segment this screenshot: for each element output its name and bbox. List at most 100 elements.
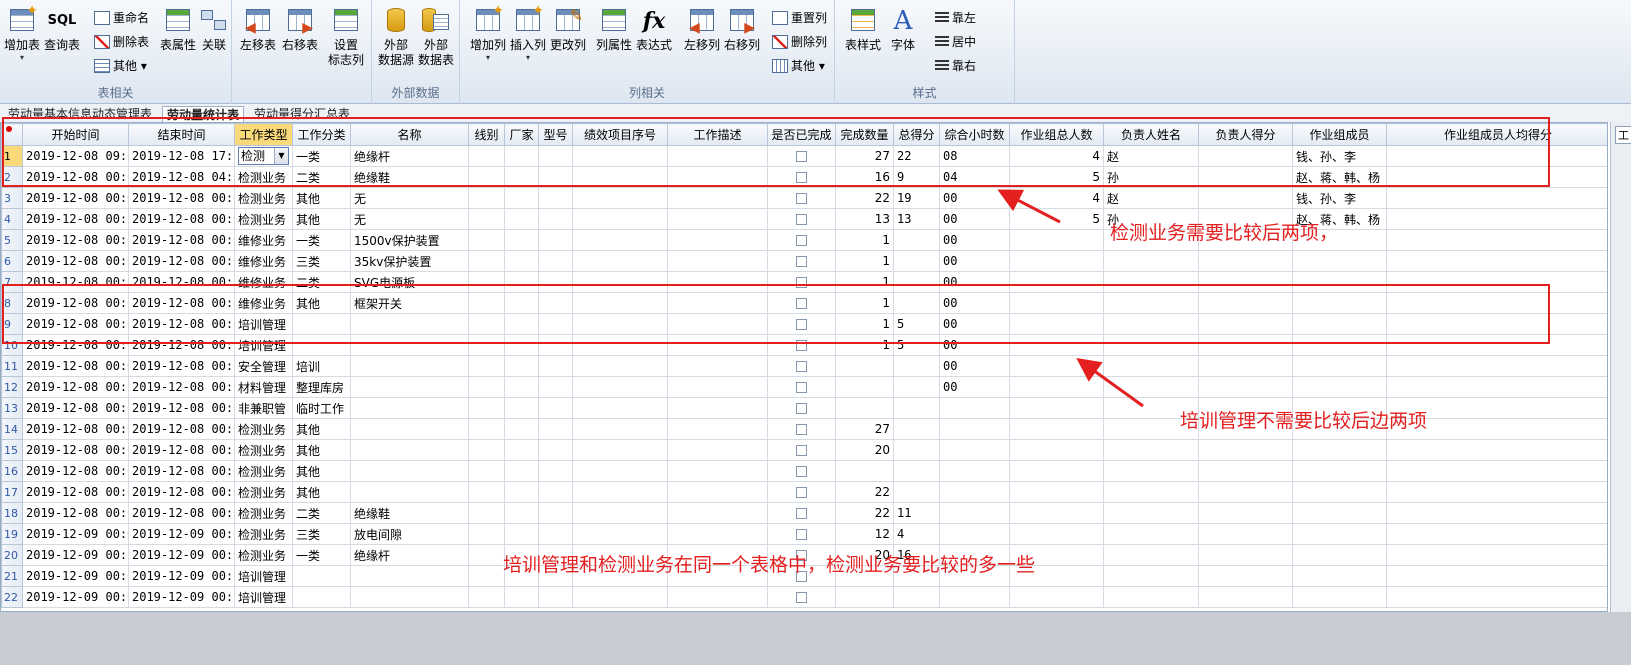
cell-type[interactable]: 维修业务 <box>234 250 293 272</box>
cell-empty[interactable] <box>468 334 505 356</box>
cell-empty[interactable] <box>1198 523 1293 545</box>
cell-empty[interactable] <box>572 397 668 419</box>
cell-people[interactable] <box>1009 229 1104 251</box>
change-column-button[interactable]: ✎ 更改列 <box>546 6 590 53</box>
cell-hours[interactable]: 00 <box>939 313 1010 335</box>
completed-cell[interactable] <box>767 208 836 230</box>
cell-empty[interactable] <box>538 376 573 398</box>
table-row[interactable]: 162019-12-08 00:002019-12-08 00:00检测业务其他 <box>1 460 1607 482</box>
cell-type[interactable]: 检测业务 <box>234 523 293 545</box>
cell-type[interactable]: 检测业务 <box>234 187 293 209</box>
cell-empty[interactable] <box>468 544 505 566</box>
cell-empty[interactable] <box>504 376 539 398</box>
completed-cell[interactable] <box>767 586 836 608</box>
cell-start[interactable]: 2019-12-08 00:00 <box>22 187 129 209</box>
cell-empty[interactable] <box>504 271 539 293</box>
cell-empty[interactable] <box>572 376 668 398</box>
cell-leader[interactable] <box>1103 460 1199 482</box>
cell-leader[interactable] <box>1103 355 1199 377</box>
cell-empty[interactable] <box>572 481 668 503</box>
completed-cell[interactable] <box>767 481 836 503</box>
col-header[interactable]: 型号 <box>538 123 573 146</box>
cell-hours[interactable] <box>939 439 1010 461</box>
cell-cat[interactable]: 其他 <box>292 187 351 209</box>
cell-empty[interactable] <box>1386 460 1607 482</box>
completed-cell[interactable] <box>767 355 836 377</box>
cell-cat[interactable]: 二类 <box>292 502 351 524</box>
cell-people[interactable] <box>1009 523 1104 545</box>
cell-end[interactable]: 2019-12-08 00:00 <box>128 334 235 356</box>
cell-empty[interactable] <box>468 502 505 524</box>
cell-score[interactable] <box>893 376 940 398</box>
cell-empty[interactable] <box>1386 229 1607 251</box>
cell-name[interactable]: 绝缘杆 <box>350 145 469 167</box>
cell-empty[interactable] <box>667 292 768 314</box>
cell-score[interactable] <box>893 439 940 461</box>
row-number[interactable]: 15 <box>1 439 23 461</box>
cell-empty[interactable] <box>667 313 768 335</box>
cell-empty[interactable] <box>468 187 505 209</box>
cell-empty[interactable] <box>468 355 505 377</box>
rename-button[interactable]: 重命名 <box>94 8 149 28</box>
cell-cat[interactable]: 其他 <box>292 439 351 461</box>
cell-type[interactable]: 培训管理 <box>234 313 293 335</box>
cell-members[interactable] <box>1292 355 1387 377</box>
cell-empty[interactable] <box>468 229 505 251</box>
cell-type[interactable]: 安全管理 <box>234 355 293 377</box>
set-flag-column-button[interactable]: 设置 标志列 <box>324 6 368 68</box>
table-style-button[interactable]: 表样式 <box>841 6 885 53</box>
cell-empty[interactable] <box>504 187 539 209</box>
cell-qty[interactable] <box>835 460 894 482</box>
cell-empty[interactable] <box>572 187 668 209</box>
col-header[interactable]: 厂家 <box>504 123 539 146</box>
completed-checkbox[interactable] <box>796 298 807 309</box>
cell-score[interactable] <box>893 250 940 272</box>
cell-empty[interactable] <box>504 250 539 272</box>
cell-empty[interactable] <box>538 229 573 251</box>
cell-leader[interactable]: 孙 <box>1103 166 1199 188</box>
cell-end[interactable]: 2019-12-08 04:00 <box>128 166 235 188</box>
cell-empty[interactable] <box>1386 544 1607 566</box>
cell-name[interactable] <box>350 313 469 335</box>
cell-end[interactable]: 2019-12-08 00:00 <box>128 397 235 419</box>
cell-empty[interactable] <box>538 523 573 545</box>
cell-empty[interactable] <box>538 292 573 314</box>
cell-start[interactable]: 2019-12-08 00:00 <box>22 208 129 230</box>
cell-empty[interactable] <box>504 502 539 524</box>
cell-empty[interactable] <box>504 313 539 335</box>
cell-end[interactable]: 2019-12-08 00:00 <box>128 313 235 335</box>
completed-checkbox[interactable] <box>796 424 807 435</box>
cell-empty[interactable] <box>572 166 668 188</box>
cell-empty[interactable] <box>1386 523 1607 545</box>
cell-type[interactable]: 检测业务 <box>234 439 293 461</box>
cell-empty[interactable] <box>1198 586 1293 608</box>
cell-end[interactable]: 2019-12-08 00:00 <box>128 481 235 503</box>
cell-work-type-editing[interactable]: 检测 ▼ <box>234 145 293 167</box>
cell-empty[interactable] <box>538 166 573 188</box>
completed-checkbox[interactable] <box>796 403 807 414</box>
table-row[interactable]: 112019-12-08 00:002019-12-08 00:00安全管理培训… <box>1 355 1607 377</box>
cell-empty[interactable] <box>538 355 573 377</box>
cell-empty[interactable] <box>1198 334 1293 356</box>
external-source-button[interactable]: 外部 数据源 <box>374 6 418 68</box>
reset-column-button[interactable]: 重置列 <box>772 8 827 28</box>
cell-empty[interactable] <box>504 334 539 356</box>
cell-hours[interactable]: 00 <box>939 250 1010 272</box>
row-number[interactable]: 16 <box>1 460 23 482</box>
cell-name[interactable]: 绝缘鞋 <box>350 502 469 524</box>
font-button[interactable]: A 字体 <box>881 6 925 53</box>
col-header[interactable]: 负责人姓名 <box>1103 123 1199 146</box>
cell-qty[interactable] <box>835 586 894 608</box>
cell-qty[interactable]: 20 <box>835 439 894 461</box>
cell-name[interactable]: 绝缘鞋 <box>350 166 469 188</box>
cell-empty[interactable] <box>1386 439 1607 461</box>
cell-start[interactable]: 2019-12-08 00:00 <box>22 439 129 461</box>
cell-end[interactable]: 2019-12-08 00:00 <box>128 292 235 314</box>
cell-empty[interactable] <box>468 166 505 188</box>
cell-name[interactable]: 框架开关 <box>350 292 469 314</box>
cell-empty[interactable] <box>572 355 668 377</box>
cell-qty[interactable] <box>835 355 894 377</box>
move-table-right-button[interactable]: ▶ 右移表 <box>278 6 322 53</box>
cell-qty[interactable]: 12 <box>835 523 894 545</box>
cell-name[interactable] <box>350 565 469 587</box>
